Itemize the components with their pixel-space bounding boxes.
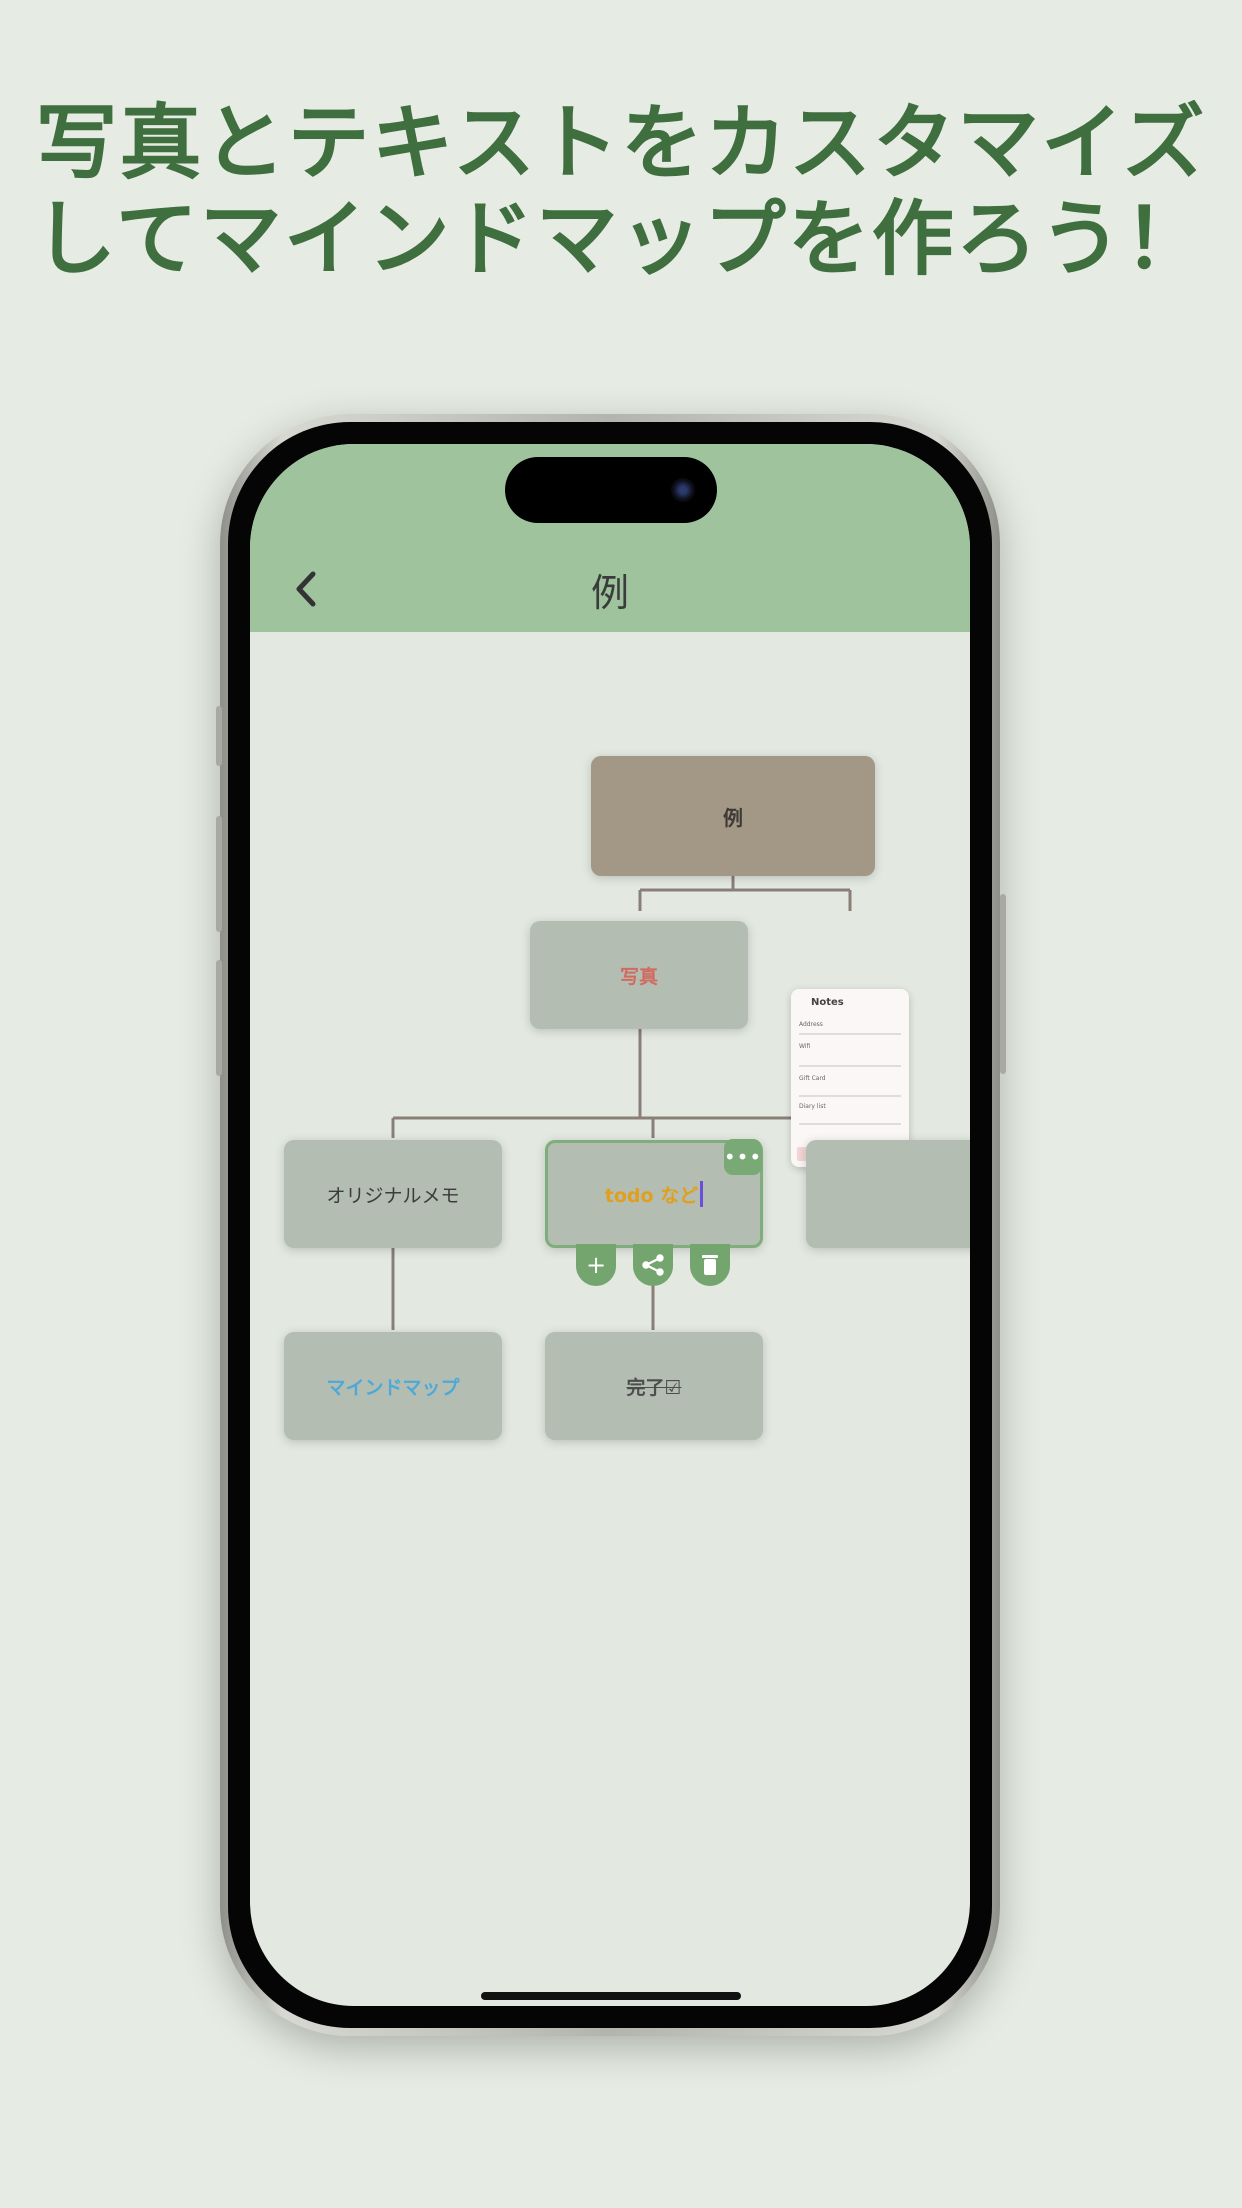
thumbnail-item-3: Diary list: [799, 1103, 826, 1110]
more-options-icon[interactable]: •••: [724, 1139, 762, 1175]
thumbnail-divider: [799, 1033, 901, 1035]
page-title: 例: [590, 571, 629, 615]
thumbnail-field: Address: [799, 1021, 823, 1028]
mindmap-node-done[interactable]: 完了☑: [545, 1332, 763, 1440]
phone-screen: 例 例 写真 Notes Address Wifi Gift Card Diar…: [250, 444, 970, 2006]
trash-icon: [702, 1255, 718, 1275]
volume-down-button: [216, 960, 222, 1076]
todo-node-text[interactable]: todo など: [605, 1181, 698, 1208]
thumbnail-item-1: Wifi: [799, 1043, 811, 1050]
branch-button[interactable]: [633, 1244, 673, 1286]
thumbnail-divider: [799, 1095, 901, 1097]
mindmap-node-photo[interactable]: 写真: [530, 921, 748, 1029]
thumbnail-item-2: Gift Card: [799, 1075, 826, 1082]
headline-line-2: してマインドマップを作ろう！: [34, 192, 1208, 287]
action-button: [216, 706, 222, 766]
mindmap-node-memo[interactable]: オリジナルメモ: [284, 1140, 502, 1248]
dynamic-island: [505, 457, 717, 523]
headline-line-1: 写真とテキストをカスタマイズ: [35, 96, 1207, 191]
branch-icon: [642, 1254, 664, 1276]
front-camera: [671, 478, 695, 502]
home-indicator[interactable]: [481, 1992, 741, 2000]
mindmap-node-mindmap[interactable]: マインドマップ: [284, 1332, 502, 1440]
thumbnail-divider: [799, 1065, 901, 1067]
thumbnail-app-title: Notes: [811, 997, 844, 1008]
volume-up-button: [216, 816, 222, 932]
text-cursor: [700, 1181, 704, 1207]
power-button: [1000, 894, 1006, 1074]
delete-node-button[interactable]: [690, 1244, 730, 1286]
mindmap-canvas[interactable]: 例 写真 Notes Address Wifi Gift Card Diary …: [250, 632, 970, 2006]
plus-icon: +: [585, 1251, 607, 1279]
add-node-button[interactable]: +: [576, 1244, 616, 1286]
mindmap-node-root[interactable]: 例: [591, 756, 875, 876]
thumbnail-divider: [799, 1123, 901, 1125]
mindmap-node-blank[interactable]: [806, 1140, 970, 1248]
headline: 写真とテキストをカスタマイズ してマインドマップを作ろう！: [0, 96, 1242, 288]
